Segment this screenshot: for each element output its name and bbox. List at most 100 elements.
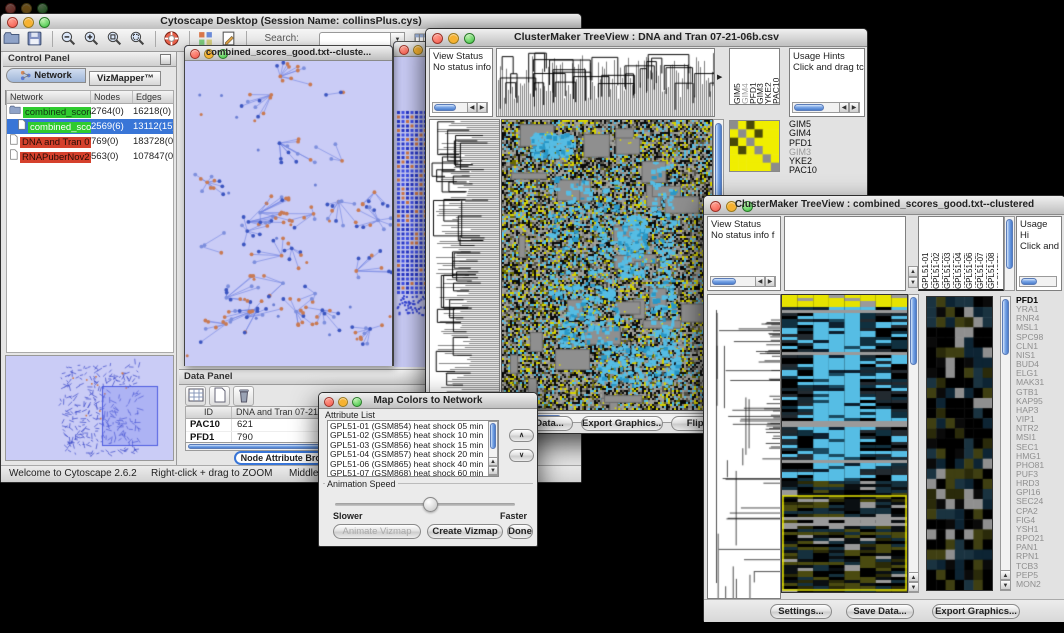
network-list-row[interactable]: DNA and Tran 07769(0)183728(0) — [7, 134, 173, 149]
attribute-item[interactable]: GPL51-04 (GSM857) heat shock 20 min — [330, 450, 496, 459]
scrollbar-thumb[interactable] — [1002, 299, 1009, 355]
network-view-canvas[interactable] — [185, 61, 392, 366]
scroll-down-icon[interactable]: ▼ — [908, 277, 918, 288]
network-list-row[interactable]: RNAPuberNov2+563(0)107847(0) — [7, 149, 173, 164]
heatmap-vscrollbar[interactable]: ▲ ▼ — [908, 294, 919, 593]
network-table-header: Network Nodes Edges — [7, 91, 173, 104]
scrollbar-thumb[interactable] — [1006, 219, 1013, 269]
attribute-item[interactable]: GPL51-06 (GSM865) heat shock 40 min — [330, 460, 496, 469]
gene-label[interactable]: MON2 — [1016, 580, 1063, 589]
scrollbar-thumb[interactable] — [1021, 278, 1037, 285]
column-label[interactable]: GIM5 — [732, 49, 740, 104]
view-status-hscrollbar[interactable]: ◀ ▶ — [432, 102, 488, 113]
scrollbar-thumb[interactable] — [434, 104, 456, 111]
close-icon[interactable] — [399, 45, 409, 55]
trash-icon[interactable] — [233, 386, 254, 406]
scroll-right-icon[interactable]: ▶ — [765, 276, 775, 287]
zoom-fit-icon[interactable] — [106, 30, 125, 48]
zoom-out-icon[interactable] — [60, 30, 79, 48]
column-label[interactable]: GPL51-04 (GSM857) — [954, 217, 965, 289]
scroll-up-icon[interactable]: ▲ — [1000, 570, 1011, 580]
export-graphics-button[interactable]: Export Graphics... — [932, 604, 1020, 619]
row-id: PAC10 — [186, 419, 232, 431]
network-list-row[interactable]: combined_scores_2764(0)16218(0) — [7, 104, 173, 119]
scroll-right-icon[interactable]: ▶ — [849, 102, 859, 113]
scroll-up-icon[interactable]: ▲ — [908, 266, 918, 277]
attribute-list[interactable]: GPL51-01 (GSM854) heat shock 05 minGPL51… — [327, 420, 499, 477]
scrollbar-thumb[interactable] — [712, 278, 736, 285]
zoom-selected-icon[interactable] — [129, 30, 148, 48]
usage-hints-hscrollbar[interactable] — [1019, 276, 1057, 287]
move-up-button[interactable]: ∧ — [509, 429, 534, 442]
zoom-in-icon[interactable] — [83, 30, 102, 48]
expand-arrow-icon[interactable]: ▶ — [717, 73, 722, 81]
column-labels-strip: GIM5GIM4PFD1GIM3YKE2PAC10 — [729, 48, 780, 105]
scroll-left-icon[interactable]: ◀ — [839, 102, 849, 113]
col-network[interactable]: Network — [7, 91, 91, 103]
row-dendrogram[interactable] — [429, 119, 500, 431]
scroll-down-icon[interactable]: ▼ — [1000, 580, 1011, 590]
labels-vscrollbar[interactable] — [1004, 216, 1015, 291]
scroll-left-icon[interactable]: ◀ — [755, 276, 765, 287]
scroll-up-icon[interactable]: ▲ — [488, 457, 498, 466]
network-list-row[interactable]: combined_sco2569(6)13112(15) — [7, 119, 173, 134]
move-down-button[interactable]: ∨ — [509, 449, 534, 462]
column-label[interactable]: GPL51-06 (GSM865) — [965, 217, 976, 289]
column-label[interactable]: GIM4 — [740, 49, 748, 104]
column-label[interactable]: GPL51-07 (GSM868) — [976, 217, 987, 289]
column-label[interactable]: GPL51-02 (GSM855) — [932, 217, 943, 289]
scrollbar-thumb[interactable] — [794, 104, 824, 111]
col-edges[interactable]: Edges — [133, 91, 174, 103]
done-button[interactable]: Done — [507, 524, 533, 539]
open-icon[interactable] — [3, 30, 22, 48]
scroll-down-icon[interactable]: ▼ — [908, 582, 919, 592]
attribute-item[interactable]: GPL51-01 (GSM854) heat shock 05 min — [330, 422, 496, 431]
scroll-up-icon[interactable]: ▲ — [908, 572, 919, 582]
slider-thumb[interactable] — [423, 497, 438, 512]
attribute-list-vscrollbar[interactable]: ▲ ▼ — [488, 421, 498, 476]
scrollbar-thumb[interactable] — [910, 297, 917, 365]
attribute-item[interactable]: GPL51-03 (GSM856) heat shock 15 min — [330, 441, 496, 450]
scroll-down-icon[interactable]: ▼ — [488, 466, 498, 475]
column-label[interactable]: GPL51-03 (GSM856) — [943, 217, 954, 289]
correlation-matrix[interactable] — [729, 120, 780, 172]
scrollbar-thumb[interactable] — [490, 423, 496, 449]
usage-hints-hscrollbar[interactable]: ◀ ▶ — [792, 102, 860, 113]
heatmap-view[interactable] — [781, 294, 908, 593]
column-label[interactable]: PAC10 — [771, 49, 779, 104]
attribute-item[interactable]: GPL51-02 (GSM855) heat shock 10 min — [330, 431, 496, 440]
column-label[interactable]: GPL51-08 (GSM872) — [987, 217, 998, 289]
heatmap-view[interactable] — [501, 119, 713, 411]
network-name-label: DNA and Tran 07 — [20, 137, 91, 148]
tab-vizmapper[interactable]: VizMapper™ — [89, 71, 161, 86]
birds-eye-view[interactable] — [5, 355, 174, 461]
table-grid-icon[interactable] — [185, 386, 206, 406]
zoom-heatmap-view[interactable] — [926, 296, 993, 591]
save-data-button[interactable]: Save Data... — [846, 604, 914, 619]
column-dendrogram[interactable] — [784, 216, 906, 291]
new-document-icon[interactable] — [209, 386, 230, 406]
birds-eye-canvas[interactable] — [6, 356, 173, 460]
help-icon[interactable] — [163, 30, 182, 48]
column-label[interactable]: GPL51-01 (GSM854) — [921, 217, 932, 289]
column-dendrogram[interactable] — [496, 48, 715, 117]
gene-label[interactable]: PAC10 — [789, 166, 859, 175]
scroll-right-icon[interactable]: ▶ — [477, 102, 487, 113]
col-id[interactable]: ID — [186, 407, 232, 418]
view-status-hscrollbar[interactable]: ◀ ▶ — [710, 276, 776, 287]
tab-network[interactable]: Network — [6, 68, 86, 83]
zoom-vscrollbar[interactable]: ▲ ▼ — [1000, 296, 1011, 591]
up-glyph: ∧ — [519, 432, 524, 439]
animate-vizmap-button[interactable]: Animate Vizmap — [333, 524, 421, 539]
float-panel-icon[interactable] — [160, 54, 171, 65]
minimize-icon[interactable] — [413, 45, 423, 55]
row-dendrogram[interactable] — [707, 294, 781, 599]
col-nodes[interactable]: Nodes — [91, 91, 133, 103]
export-graphics-button[interactable]: Export Graphics... — [581, 416, 663, 431]
create-vizmap-button[interactable]: Create Vizmap — [427, 524, 503, 539]
column-label[interactable]: YKE2 — [763, 49, 771, 104]
save-icon[interactable] — [26, 30, 45, 48]
scroll-left-icon[interactable]: ◀ — [467, 102, 477, 113]
settings-button[interactable]: Settings... — [770, 604, 832, 619]
attribute-item[interactable]: GPL51-07 (GSM868) heat shock 60 min — [330, 469, 496, 477]
